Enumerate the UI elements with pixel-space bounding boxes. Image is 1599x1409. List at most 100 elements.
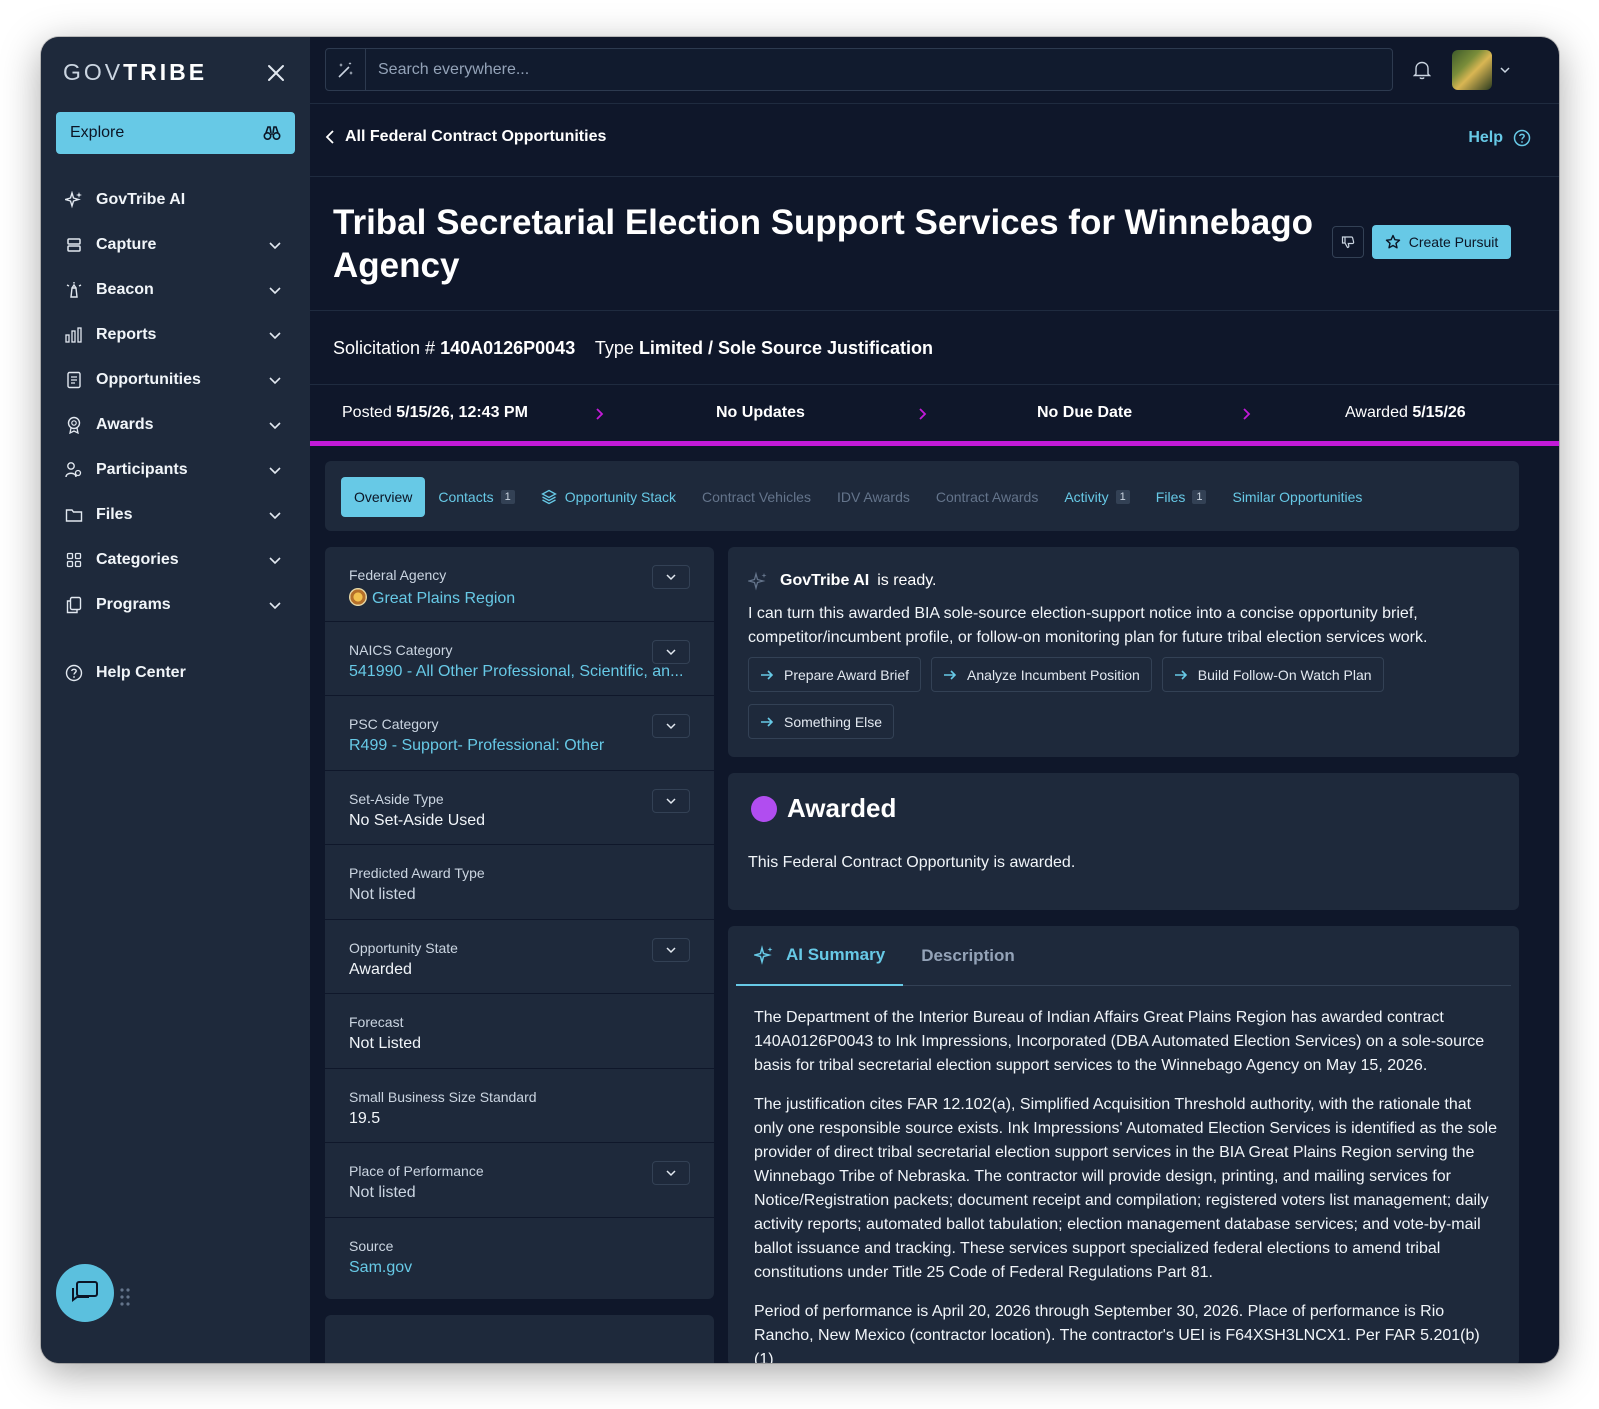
chevron-down-icon[interactable] xyxy=(1498,63,1512,77)
tab-contract-awards[interactable]: Contract Awards xyxy=(923,477,1051,517)
chat-icon xyxy=(72,1281,98,1302)
tab-idv-awards[interactable]: IDV Awards xyxy=(824,477,923,517)
timeline-due-value: No Due Date xyxy=(1037,404,1133,421)
expand-button[interactable] xyxy=(652,639,690,664)
search-bar xyxy=(325,48,1393,91)
chevron-down-icon xyxy=(666,648,676,655)
sidebar-item-help-center[interactable]: Help Center xyxy=(41,650,310,695)
sparkles-icon xyxy=(64,190,84,210)
breadcrumb: All Federal Contract Opportunities Help xyxy=(310,104,1559,177)
type-label: Type xyxy=(594,338,634,358)
detail-row-opportunity-state: Opportunity State Awarded xyxy=(325,920,714,994)
detail-value-link[interactable]: R499 - Support- Professional: Other xyxy=(349,737,690,755)
sidebar-item-reports[interactable]: Reports xyxy=(41,312,310,357)
expand-button[interactable] xyxy=(652,788,690,813)
chevron-down-icon xyxy=(269,376,281,384)
analyze-incumbent-button[interactable]: Analyze Incumbent Position xyxy=(931,657,1152,692)
tab-contract-vehicles[interactable]: Contract Vehicles xyxy=(689,477,824,517)
sidebar-item-capture[interactable]: Capture xyxy=(41,222,310,267)
avatar[interactable] xyxy=(1452,50,1492,90)
arrow-right-icon xyxy=(1174,669,1187,680)
detail-value: Not Listed xyxy=(349,1035,422,1052)
detail-label: Federal Agency xyxy=(349,567,447,583)
chevron-right-icon xyxy=(596,408,604,420)
tab-activity[interactable]: Activity 1 xyxy=(1051,477,1142,517)
sidebar-item-awards[interactable]: Awards xyxy=(41,402,310,447)
chevron-down-icon xyxy=(666,1170,676,1177)
tab-overview[interactable]: Overview xyxy=(341,477,426,517)
main-content: All Federal Contract Opportunities Help … xyxy=(310,104,1559,1363)
search-input[interactable] xyxy=(366,49,1392,90)
sidebar: GOVTRIBE Explore GovTribe AI Capture Bea… xyxy=(41,37,310,1363)
ai-name: GovTribe AI xyxy=(780,572,870,589)
ai-search-toggle[interactable] xyxy=(326,49,366,90)
detail-label: Small Business Size Standard xyxy=(349,1088,537,1105)
expand-button[interactable] xyxy=(652,937,690,962)
tab-description[interactable]: Description xyxy=(903,926,1033,986)
detail-row-psc: PSC Category R499 - Support- Professiona… xyxy=(325,696,714,771)
prepare-award-brief-button[interactable]: Prepare Award Brief xyxy=(748,657,922,692)
detail-value-link[interactable]: Great Plains Region xyxy=(349,588,690,608)
explore-button[interactable]: Explore xyxy=(56,112,295,154)
detail-value-link[interactable]: Sam.gov xyxy=(349,1259,690,1277)
ai-action-label: Analyze Incumbent Position xyxy=(967,666,1140,683)
copy-icon xyxy=(64,595,84,615)
detail-row-predicted-award-type: Predicted Award Type Not listed xyxy=(325,845,714,920)
logo-row: GOVTRIBE xyxy=(63,59,288,89)
sidebar-item-categories[interactable]: Categories xyxy=(41,537,310,582)
close-sidebar-button[interactable] xyxy=(264,59,288,87)
app-window: GOVTRIBE Explore GovTribe AI Capture Bea… xyxy=(41,37,1559,1363)
summary-paragraph: The Department of the Interior Bureau of… xyxy=(754,1009,1485,1074)
tab-similar-opportunities[interactable]: Similar Opportunities xyxy=(1219,477,1375,517)
help-circle-icon xyxy=(64,663,84,683)
chevron-down-icon xyxy=(666,946,676,953)
detail-value-link[interactable]: 541990 - All Other Professional, Scienti… xyxy=(349,663,690,681)
drag-handle-icon[interactable] xyxy=(119,1287,131,1307)
binoculars-icon xyxy=(263,126,281,141)
status-text: This Federal Contract Opportunity is awa… xyxy=(748,854,1076,871)
summary-tabs: AI Summary Description xyxy=(736,926,1511,986)
sidebar-item-label: Programs xyxy=(96,595,171,613)
sidebar-item-label: Opportunities xyxy=(96,370,201,388)
expand-button[interactable] xyxy=(652,714,690,738)
chevron-down-icon xyxy=(269,556,281,564)
tab-opportunity-stack[interactable]: Opportunity Stack xyxy=(528,477,689,517)
summary-card: AI Summary Description The Department of… xyxy=(728,926,1519,1363)
sidebar-item-label: Beacon xyxy=(96,280,154,298)
detail-row-federal-agency: Federal Agency Great Plains Region xyxy=(325,547,714,622)
detail-row-size-standard: Small Business Size Standard 19.5 xyxy=(325,1069,714,1143)
tab-contacts[interactable]: Contacts 1 xyxy=(425,477,527,517)
sidebar-item-participants[interactable]: Participants xyxy=(41,447,310,492)
detail-value: Not listed xyxy=(349,886,416,903)
build-watch-plan-button[interactable]: Build Follow-On Watch Plan xyxy=(1161,657,1384,692)
sidebar-item-opportunities[interactable]: Opportunities xyxy=(41,357,310,402)
detail-value: No Set-Aside Used xyxy=(349,811,486,829)
arrow-right-icon xyxy=(761,669,774,680)
tab-label: Contract Awards xyxy=(935,489,1039,505)
notifications-button[interactable] xyxy=(1410,57,1434,83)
help-link[interactable]: Help xyxy=(1468,129,1531,147)
sidebar-item-files[interactable]: Files xyxy=(41,492,310,537)
sidebar-item-label: Awards xyxy=(96,415,154,433)
expand-button[interactable] xyxy=(652,565,690,589)
chat-launcher-button[interactable] xyxy=(56,1264,114,1322)
thumbs-down-icon xyxy=(1341,236,1355,249)
top-bar xyxy=(310,37,1559,104)
tab-ai-summary[interactable]: AI Summary xyxy=(736,926,904,986)
tab-label: Contract Vehicles xyxy=(702,489,811,505)
expand-button[interactable] xyxy=(652,1161,690,1185)
sidebar-item-govtribe-ai[interactable]: GovTribe AI xyxy=(41,177,310,222)
back-link[interactable]: All Federal Contract Opportunities xyxy=(325,128,606,146)
page-title: Tribal Secretarial Election Support Serv… xyxy=(333,203,1313,285)
dislike-button[interactable] xyxy=(1332,226,1364,258)
sidebar-item-beacon[interactable]: Beacon xyxy=(41,267,310,312)
sidebar-item-programs[interactable]: Programs xyxy=(41,582,310,627)
tab-files[interactable]: Files 1 xyxy=(1143,477,1220,517)
sidebar-item-label: Participants xyxy=(96,460,188,478)
detail-value: Awarded xyxy=(349,960,412,978)
something-else-button[interactable]: Something Else xyxy=(748,704,895,739)
govtribe-logo[interactable]: GOVTRIBE xyxy=(63,59,288,86)
create-pursuit-button[interactable]: Create Pursuit xyxy=(1372,225,1511,259)
chevron-down-icon xyxy=(269,241,281,249)
magic-wand-icon xyxy=(337,61,353,78)
